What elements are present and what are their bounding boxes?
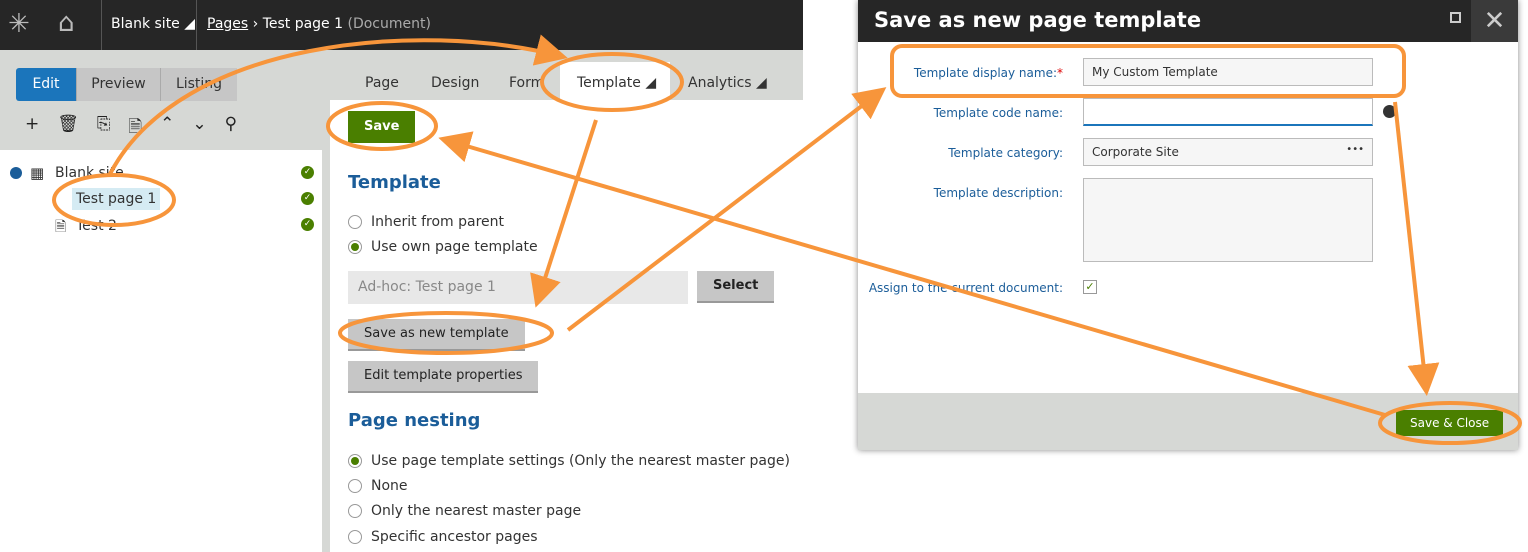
template-field: Ad-hoc: Test page 1 xyxy=(348,271,688,304)
tab-page[interactable]: Page xyxy=(365,75,399,91)
published-icon: ✓ xyxy=(301,218,314,231)
tree-item[interactable]: Test page 1 xyxy=(72,188,161,210)
radio-nesting-settings[interactable]: Use page template settings (Only the nea… xyxy=(348,453,790,469)
collapse-icon[interactable] xyxy=(10,167,22,179)
home-icon[interactable]: ⌂ xyxy=(58,8,75,38)
save-close-button[interactable]: Save & Close xyxy=(1396,410,1504,436)
description-label: Template description: xyxy=(933,186,1063,200)
code-name-label: Template code name: xyxy=(933,106,1063,120)
maximize-icon[interactable] xyxy=(1450,12,1461,23)
save-template-dialog: Save as new page template ✕ Template dis… xyxy=(858,0,1518,450)
close-icon[interactable]: ✕ xyxy=(1471,0,1518,42)
copy-icon[interactable]: ⎘ xyxy=(97,114,111,143)
save-as-new-template-button[interactable]: Save as new template xyxy=(348,319,525,351)
move-up-icon[interactable]: ⌃ xyxy=(160,114,174,143)
radio-nesting-master[interactable]: Only the nearest master page xyxy=(348,503,581,519)
code-name-input[interactable] xyxy=(1083,98,1373,126)
tree-item-root[interactable]: Blank site xyxy=(55,165,124,181)
display-name-input[interactable]: My Custom Template xyxy=(1083,58,1373,86)
search-icon[interactable]: ⚲ xyxy=(225,114,237,143)
template-heading: Template xyxy=(348,172,441,193)
category-label: Template category: xyxy=(948,146,1063,160)
tab-listing[interactable]: Listing xyxy=(160,68,237,101)
radio-own-template[interactable]: Use own page template xyxy=(348,239,538,255)
delete-icon[interactable]: 🗑 xyxy=(57,114,79,143)
page-nesting-heading: Page nesting xyxy=(348,410,481,431)
add-icon[interactable]: + xyxy=(25,114,39,143)
site-icon: ▦ xyxy=(30,164,45,182)
move-down-icon[interactable]: ⌄ xyxy=(192,114,206,143)
display-name-label: Template display name:* xyxy=(913,66,1063,80)
radio-nesting-ancestor[interactable]: Specific ancestor pages xyxy=(348,529,538,545)
published-icon: ✓ xyxy=(301,192,314,205)
radio-inherit[interactable]: Inherit from parent xyxy=(348,214,504,230)
move-icon[interactable]: 🗎 xyxy=(128,114,142,143)
more-icon[interactable]: ••• xyxy=(1346,144,1364,155)
tab-analytics[interactable]: Analytics ◢ xyxy=(688,75,767,91)
tab-preview[interactable]: Preview xyxy=(76,68,160,101)
tab-form[interactable]: Form xyxy=(509,75,544,91)
radio-nesting-none[interactable]: None xyxy=(348,478,408,494)
assign-checkbox[interactable]: ✓ xyxy=(1083,280,1097,294)
top-bar: ✳ ⌂ Blank site ◢ Pages › Test page 1 (Do… xyxy=(0,0,803,50)
dialog-title: Save as new page template xyxy=(858,0,1518,42)
save-button[interactable]: Save xyxy=(348,111,416,143)
tab-edit[interactable]: Edit xyxy=(16,68,76,101)
description-textarea[interactable] xyxy=(1083,178,1373,262)
breadcrumb-pages-link[interactable]: Pages xyxy=(207,16,248,32)
info-icon[interactable] xyxy=(1383,105,1396,118)
tree-item[interactable]: Test 2 xyxy=(76,218,117,234)
edit-template-properties-button[interactable]: Edit template properties xyxy=(348,361,539,393)
site-selector[interactable]: Blank site ◢ xyxy=(111,16,195,32)
page-icon: 🗎 xyxy=(55,219,67,235)
tab-design[interactable]: Design xyxy=(431,75,479,91)
content-tree: ▦ Blank site ✓ Test page 1 ✓ 🗎 Test 2 ✓ xyxy=(0,150,322,552)
category-selector[interactable]: Corporate Site ••• xyxy=(1083,138,1373,166)
tree-toolbar: + 🗑 ⎘ 🗎 ⌃ ⌄ ⚲ xyxy=(25,114,237,143)
select-button[interactable]: Select xyxy=(697,271,775,303)
published-icon: ✓ xyxy=(301,166,314,179)
logo-icon[interactable]: ✳ xyxy=(8,9,30,39)
breadcrumb: Pages › Test page 1 (Document) xyxy=(207,16,431,32)
assign-label: Assign to the current document: xyxy=(868,281,1063,295)
tab-template[interactable]: Template ◢ xyxy=(577,75,656,91)
